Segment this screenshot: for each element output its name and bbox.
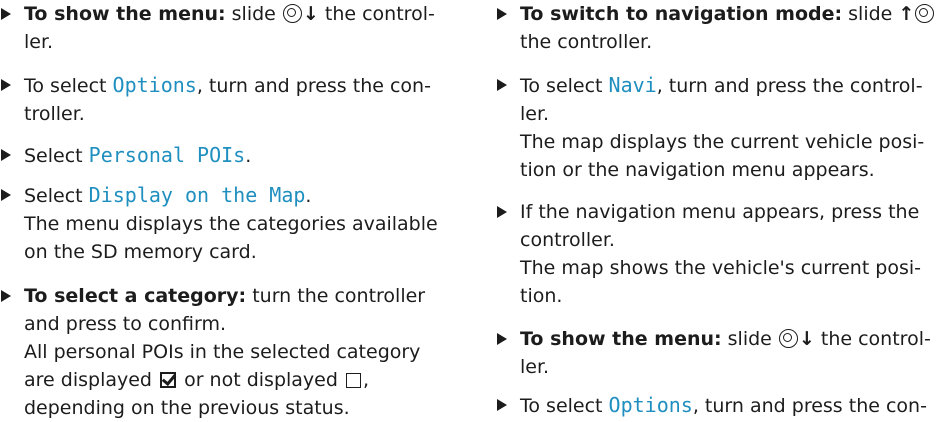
checkbox-empty-icon [345, 373, 361, 388]
step-show-menu: To show the menu: slide ↓ the control- l… [0, 0, 435, 56]
step-result: tion. [520, 285, 563, 307]
step-display-on-map: Select Display on the Map. The menu disp… [0, 181, 438, 266]
bullet-arrow-icon [1, 149, 11, 161]
arrow-down-icon: ↓ [798, 328, 815, 350]
step-line: To select a category: turn the controlle… [24, 285, 426, 307]
step-line: To select Navi, turn and press the contr… [520, 73, 923, 97]
step-result: The map displays the current vehicle pos… [520, 131, 925, 153]
step-result: on the SD memory card. [24, 241, 257, 263]
step-nav-menu-appears: If the navigation menu appears, press th… [496, 198, 952, 310]
step-result: All personal POIs in the selected catego… [24, 341, 421, 363]
step-result: The menu displays the categories availab… [24, 213, 438, 235]
menu-option-personal-pois: Personal POIs [88, 143, 246, 167]
step-line: To show the menu: slide ↓ the control- [24, 3, 435, 25]
step-select-options: To select Options, turn and press the co… [496, 391, 952, 420]
controller-icon [282, 4, 302, 23]
step-line: To show the menu: slide ↓ the control- [520, 328, 931, 350]
bullet-arrow-icon [497, 399, 507, 411]
bullet-arrow-icon [497, 79, 507, 91]
step-select-options: To select Options, turn and press the co… [0, 71, 431, 128]
step-result: tion or the navigation menu appears. [520, 159, 875, 181]
step-line: If the navigation menu appears, press th… [520, 201, 920, 223]
bullet-arrow-icon [1, 8, 11, 20]
controller-icon [915, 4, 935, 23]
menu-option-options: Options [112, 73, 197, 97]
arrow-down-icon: ↓ [302, 3, 319, 25]
bullet-arrow-icon [1, 189, 11, 201]
step-select-personal-pois: Select Personal POIs. [0, 141, 251, 170]
step-line: Select Display on the Map. [24, 183, 312, 207]
step-result: are displayed or not displayed , [24, 369, 370, 391]
controller-icon [778, 329, 798, 348]
step-select-navi: To select Navi, turn and press the contr… [496, 71, 952, 184]
menu-option-navi: Navi [608, 73, 657, 97]
bullet-arrow-icon [497, 8, 507, 20]
bullet-arrow-icon [1, 290, 11, 302]
menu-option-options: Options [608, 393, 693, 417]
step-line: To switch to navigation mode: slide ↑ [520, 0, 952, 28]
step-select-category: To select a category: turn the controlle… [0, 282, 425, 422]
step-line: To select Options, turn and press the co… [520, 393, 927, 417]
bullet-arrow-icon [497, 333, 507, 345]
step-show-menu: To show the menu: slide ↓ the control- l… [496, 325, 952, 381]
step-line: Select Personal POIs. [24, 143, 252, 167]
step-switch-navigation: To switch to navigation mode: slide ↑ th… [496, 0, 952, 56]
step-result: depending on the previous status. [24, 397, 350, 419]
step-line: To select Options, turn and press the co… [24, 73, 431, 97]
menu-option-display-on-map: Display on the Map [88, 183, 306, 207]
checkbox-checked-icon [160, 372, 177, 388]
arrow-up-icon: ↑ [898, 3, 915, 25]
step-result: The map shows the vehicle's current posi… [520, 257, 922, 279]
bullet-arrow-icon [1, 79, 11, 91]
bullet-arrow-icon [497, 206, 507, 218]
